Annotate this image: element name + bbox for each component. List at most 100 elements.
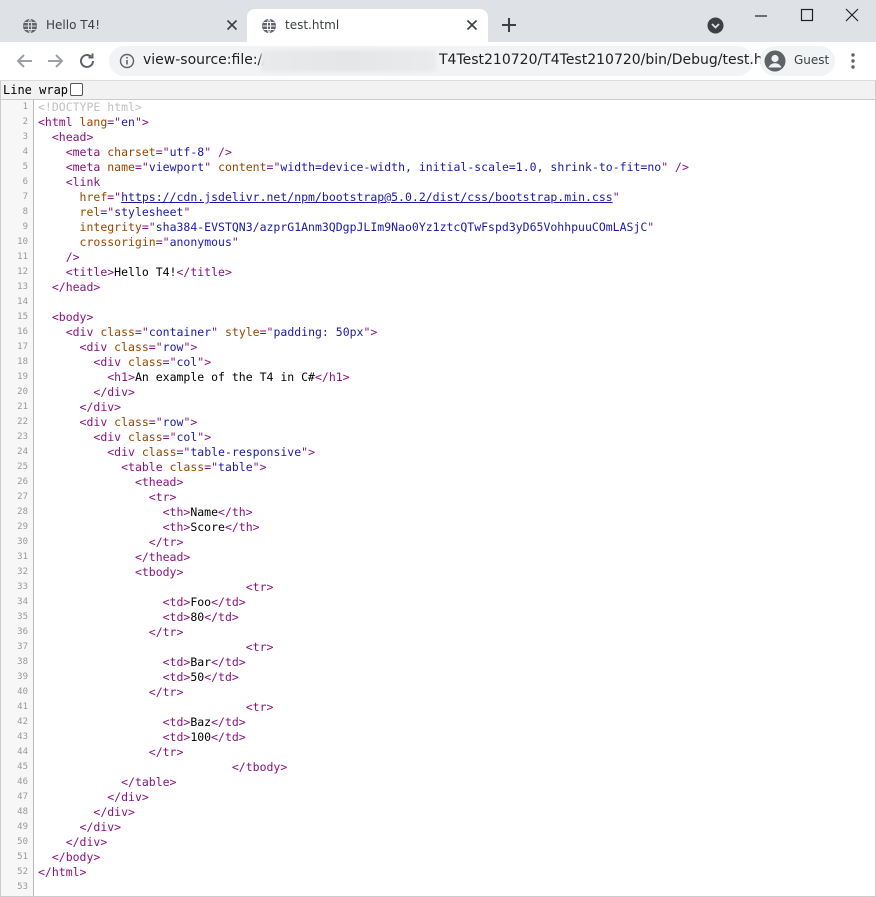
new-tab-icon[interactable] xyxy=(500,16,518,34)
code-token: <tbody> xyxy=(134,565,184,579)
profile-button[interactable]: Guest xyxy=(760,46,835,76)
code-line: 39 <td>50</td> xyxy=(1,670,871,685)
code-token: =" xyxy=(107,115,122,129)
code-line: 53 xyxy=(1,880,871,895)
minimize-icon[interactable] xyxy=(752,8,770,24)
code-token: =" xyxy=(155,235,170,249)
close-tab-icon[interactable] xyxy=(226,19,238,31)
code-token: </thead> xyxy=(134,550,191,564)
code-token: </div> xyxy=(79,400,122,414)
address-bar[interactable]: view-source:file:/// T4Test210720/T4Test… xyxy=(109,46,776,76)
code-token: <h1> xyxy=(107,370,135,384)
code-token: </div> xyxy=(107,790,149,804)
line-number: 6 xyxy=(22,177,28,187)
info-icon[interactable] xyxy=(119,53,135,69)
code-text: <tr> xyxy=(38,580,274,595)
code-text: <tr> xyxy=(38,490,177,505)
code-token: style xyxy=(224,325,260,339)
line-number: 7 xyxy=(22,192,28,202)
code-token: =" xyxy=(259,325,274,339)
code-text: <div class="col"> xyxy=(38,430,211,445)
code-text: </div> xyxy=(38,385,135,400)
code-token: </tr> xyxy=(148,625,184,639)
more-menu-icon[interactable] xyxy=(845,52,861,70)
code-text: /> xyxy=(38,250,80,265)
code-line: 1 <!DOCTYPE html> xyxy=(1,100,871,115)
line-number: 43 xyxy=(17,732,28,742)
forward-arrow-icon[interactable] xyxy=(44,50,66,72)
code-token: =" xyxy=(162,355,177,369)
maximize-icon[interactable] xyxy=(798,7,816,23)
back-arrow-icon[interactable] xyxy=(14,50,36,72)
code-token: <div xyxy=(107,445,142,459)
code-token: /> xyxy=(65,250,80,264)
code-token: <tr> xyxy=(245,580,274,594)
code-text: <h1>An example of the T4 in C#</h1> xyxy=(38,370,349,385)
line-number: 30 xyxy=(17,537,28,547)
code-line: 16 <div class="container" style="padding… xyxy=(1,325,871,340)
code-line: 6 <link xyxy=(1,175,871,190)
code-token: </title> xyxy=(176,265,232,279)
code-text: <tr> xyxy=(38,640,274,655)
source-link[interactable]: https://cdn.jsdelivr.net/npm/bootstrap@5… xyxy=(121,190,613,204)
tab-search-icon[interactable] xyxy=(707,17,724,34)
code-line: 21 </div> xyxy=(1,400,871,415)
code-text: <head> xyxy=(38,130,94,145)
code-text: </div> xyxy=(38,400,122,415)
code-token: =" xyxy=(134,325,149,339)
tab-test-html[interactable]: test.html xyxy=(247,9,488,42)
code-token: <html xyxy=(38,115,80,129)
code-token: stylesheet xyxy=(114,205,184,219)
close-tab-icon[interactable] xyxy=(466,19,478,31)
code-text: <div class="container" style="padding: 5… xyxy=(38,325,378,340)
code-line: 28 <th>Name</th> xyxy=(1,505,871,520)
tab-title: test.html xyxy=(285,18,340,32)
code-token: An example of the T4 in C# xyxy=(134,370,315,384)
line-number: 37 xyxy=(17,642,28,652)
code-line: 19 <h1>An example of the T4 in C#</h1> xyxy=(1,370,871,385)
code-token: =" xyxy=(100,205,115,219)
code-token: "> xyxy=(363,325,378,339)
code-token: </div> xyxy=(93,385,135,399)
code-token: href xyxy=(79,190,108,204)
code-line: 7 href="https://cdn.jsdelivr.net/npm/boo… xyxy=(1,190,871,205)
line-number: 5 xyxy=(22,162,28,172)
line-number: 27 xyxy=(17,492,28,502)
code-line: 34 <td>Foo</td> xyxy=(1,595,871,610)
code-token: row xyxy=(162,415,184,429)
code-token: </th> xyxy=(218,505,253,519)
code-line: 20 </div> xyxy=(1,385,871,400)
code-token: en xyxy=(121,115,135,129)
code-text: </div> xyxy=(38,820,122,835)
window-close-icon[interactable] xyxy=(843,7,861,23)
code-token: <div xyxy=(93,430,129,444)
redacted-path xyxy=(261,50,436,72)
code-line: 43 <td>100</td> xyxy=(1,730,871,745)
line-number: 47 xyxy=(17,792,28,802)
line-number: 41 xyxy=(17,702,28,712)
reload-icon[interactable] xyxy=(76,50,98,72)
tab-hello-t4[interactable]: Hello T4! xyxy=(8,9,248,42)
code-line: 4 <meta charset="utf-8" /> xyxy=(1,145,871,160)
code-text: </tbody> xyxy=(38,760,287,775)
code-token: <td> xyxy=(162,715,191,729)
line-wrap-checkbox[interactable] xyxy=(70,83,83,96)
line-number: 39 xyxy=(17,672,28,682)
code-text: <td>50</td> xyxy=(38,670,239,685)
line-number: 49 xyxy=(17,822,28,832)
tab-title: Hello T4! xyxy=(46,18,101,32)
code-token: Hello T4! xyxy=(114,265,177,279)
code-token: <link xyxy=(65,175,101,189)
code-line: 31 </thead> xyxy=(1,550,871,565)
